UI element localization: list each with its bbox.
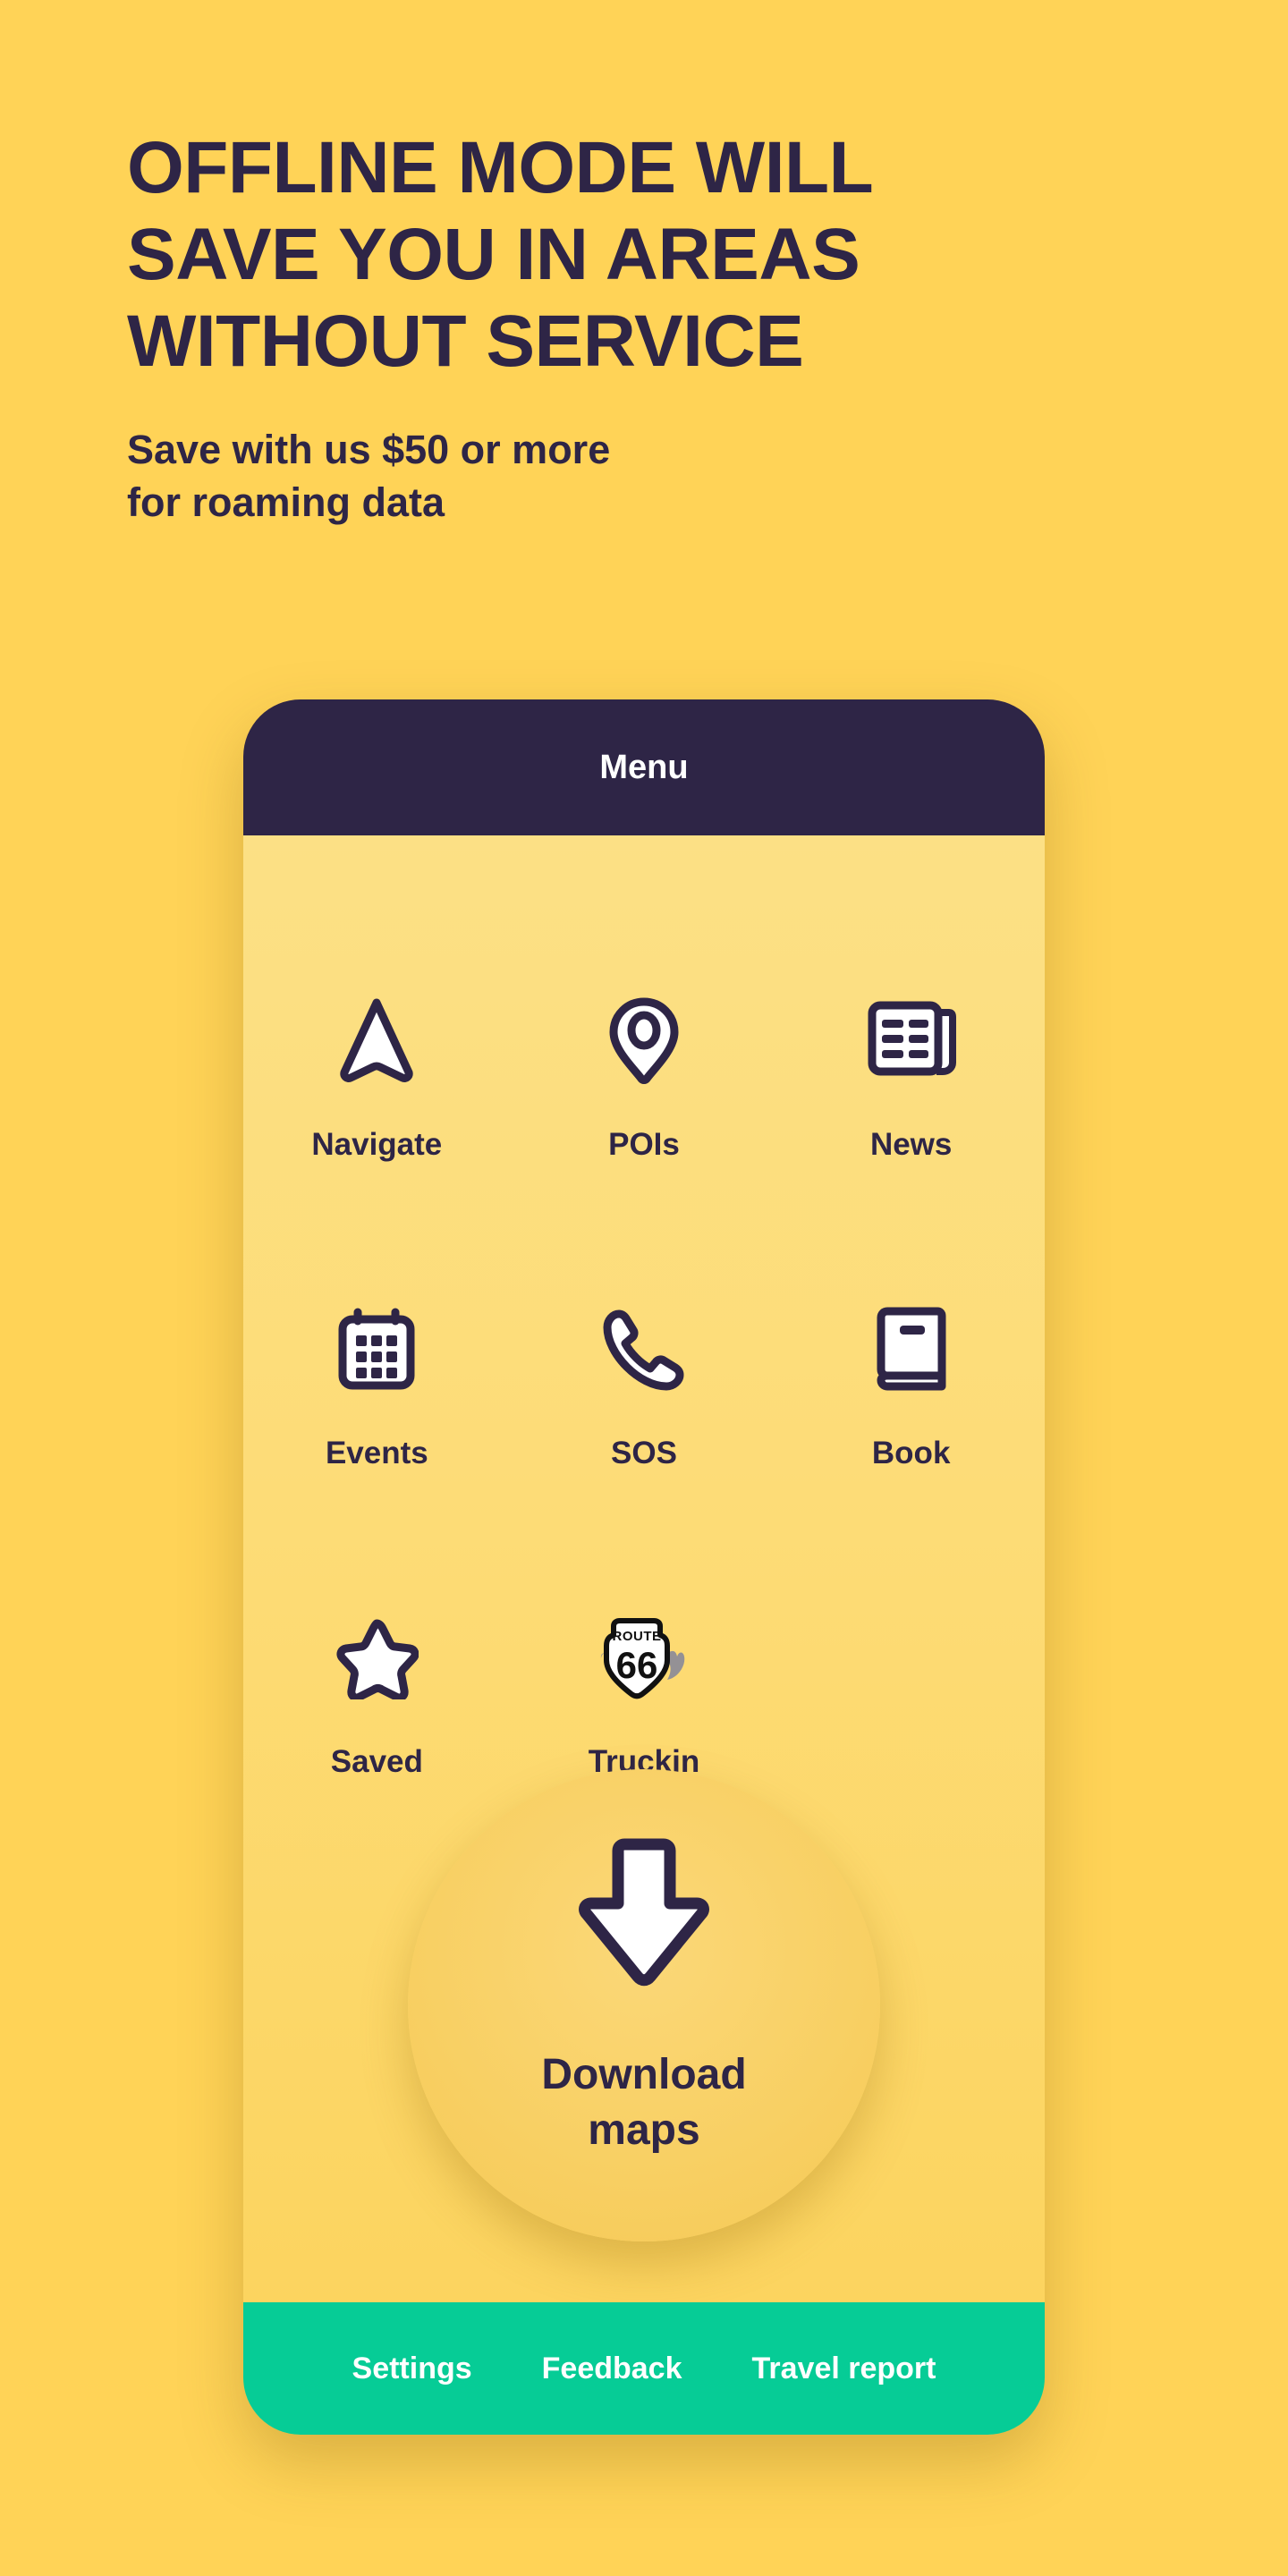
calendar-icon: [336, 1305, 417, 1394]
book-icon: [875, 1305, 948, 1394]
menu-item-label: SOS: [611, 1435, 677, 1470]
route-66-shield-icon: ROUTE 66: [592, 1614, 696, 1703]
menu-item-saved[interactable]: Saved: [243, 1614, 511, 1823]
menu-item-sos[interactable]: SOS: [511, 1305, 778, 1474]
bottom-nav-settings[interactable]: Settings: [352, 2351, 472, 2386]
menu-item-label: Navigate: [311, 1127, 443, 1162]
route-badge-number: 66: [616, 1644, 658, 1686]
newspaper-icon: [867, 996, 956, 1086]
navigation-arrow-icon: [338, 996, 415, 1086]
subhead-line-1: Save with us $50 or more: [127, 427, 611, 473]
download-maps-button[interactable]: Download maps: [408, 1769, 880, 2241]
download-arrow-icon: [573, 1834, 715, 1996]
menu-item-events[interactable]: Events: [243, 1305, 511, 1474]
download-maps-label: Download maps: [541, 2051, 747, 2155]
promo-text-block: OFFLINE MODE WILL SAVE YOU IN AREAS WITH…: [127, 125, 1165, 529]
menu-item-label: POIs: [608, 1127, 680, 1162]
phone-header-title: Menu: [599, 748, 689, 786]
menu-item-news[interactable]: News: [777, 996, 1045, 1165]
phone-handset-icon: [601, 1305, 687, 1394]
headline-line-3: WITHOUT SERVICE: [127, 300, 804, 382]
headline-line-2: SAVE YOU IN AREAS: [127, 213, 860, 295]
menu-grid: Navigate POIs News Events SOS Book Saved…: [243, 996, 1045, 1822]
route-badge-top-text: ROUTE: [612, 1629, 661, 1644]
phone-bottom-nav: Settings Feedback Travel report: [243, 2302, 1045, 2435]
phone-header: Menu: [243, 699, 1045, 835]
bottom-nav-feedback[interactable]: Feedback: [542, 2351, 682, 2386]
phone-screen: Navigate POIs News Events SOS Book Saved…: [243, 835, 1045, 2302]
phone-mockup: Menu Navigate POIs News Events SOS Book …: [243, 699, 1045, 2435]
menu-item-label: Saved: [330, 1743, 423, 1779]
map-pin-icon: [608, 996, 680, 1086]
promo-subhead: Save with us $50 or more for roaming dat…: [127, 424, 1165, 529]
headline-line-1: OFFLINE MODE WILL: [127, 127, 874, 208]
menu-item-book[interactable]: Book: [777, 1305, 1045, 1474]
page-title: OFFLINE MODE WILL SAVE YOU IN AREAS WITH…: [127, 125, 1165, 385]
menu-item-label: Events: [325, 1435, 428, 1470]
menu-item-navigate[interactable]: Navigate: [243, 996, 511, 1165]
menu-item-pois[interactable]: POIs: [511, 996, 778, 1165]
bottom-nav-travel-report[interactable]: Travel report: [752, 2351, 936, 2386]
menu-item-label: Book: [871, 1435, 951, 1470]
menu-item-label: News: [869, 1127, 953, 1162]
subhead-line-2: for roaming data: [127, 479, 445, 525]
star-icon: [335, 1614, 419, 1703]
